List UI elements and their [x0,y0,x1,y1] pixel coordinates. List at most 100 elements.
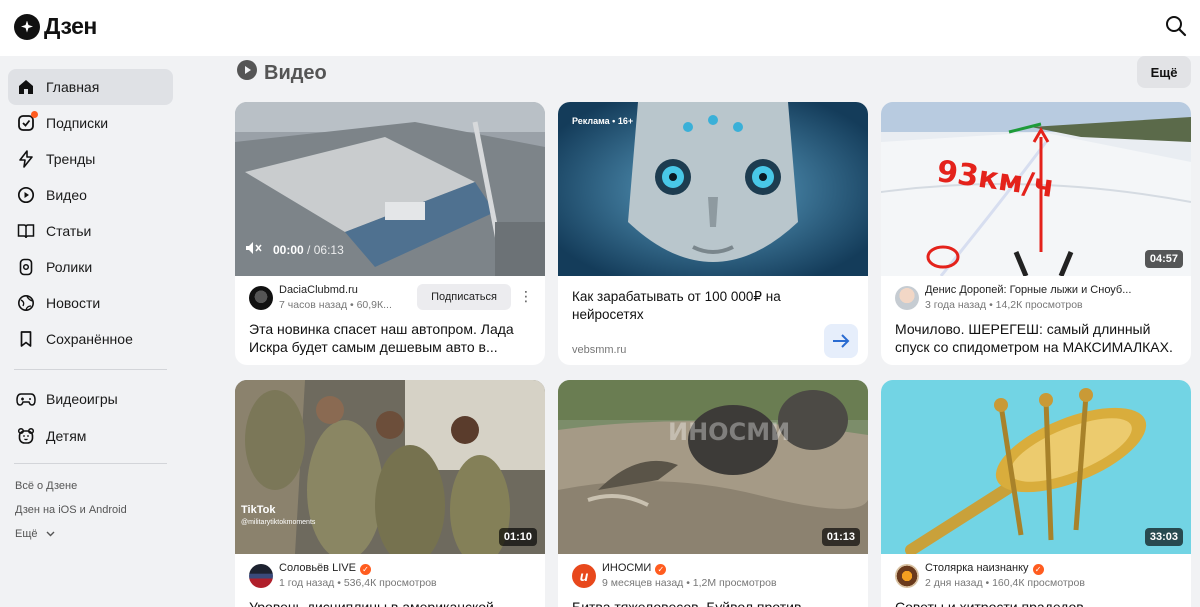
avatar[interactable] [895,564,919,588]
sidebar-item-videogames[interactable]: Видеоигры [8,381,173,417]
video-thumbnail[interactable]: TikTok @militarytiktokmoments 01:10 [235,380,545,554]
sidebar-item-label: Тренды [46,151,96,167]
card-meta: Соловьёв LIVE ✓ 1 год назад • 536,4К прос… [249,562,533,592]
sidebar-item-trends[interactable]: Тренды [8,141,173,177]
sidebar-item-shorts[interactable]: Ролики [8,249,173,285]
video-stats: 2 дня назад • 160,4К просмотров [925,577,1085,589]
subscriptions-icon [16,111,38,133]
avatar[interactable] [249,286,273,310]
dzen-logo-icon [14,13,40,40]
about-link[interactable]: Всё о Дзене [15,480,77,492]
sidebar-item-home[interactable]: Главная [8,69,173,105]
channel-name[interactable]: DaciaClubmd.ru [279,284,409,296]
video-play-icon [16,185,36,205]
more-button[interactable]: Ещё [1137,56,1191,88]
sidebar-item-label: Главная [46,79,100,95]
sidebar-item-label: Детям [46,428,87,444]
avatar[interactable] [249,564,273,588]
card-meta: и ИНОСМИ ✓ 9 месяцев назад • 1,2М просмот… [572,562,856,592]
video-card[interactable]: 93км/ч 04:57 Денис Доропей: Горные лыжи … [881,102,1191,365]
footer-more-label: Ещё [15,528,38,540]
sidebar-item-label: Ролики [46,259,93,275]
time-total: / 06:13 [307,242,344,257]
sidebar-divider [14,463,167,464]
video-controls: 00:00 / 06:13 [245,241,344,258]
subscribe-button[interactable]: Подписаться [417,284,511,310]
video-thumbnail[interactable]: ИНОСМИ 01:13 [558,380,868,554]
shorts-icon [16,257,36,277]
chevron-down-icon [46,528,55,540]
ad-badge: Реклама • 16+ [572,116,634,126]
video-card[interactable]: ИНОСМИ 01:13 и ИНОСМИ ✓ 9 месяцев назад •… [558,380,868,607]
sidebar-item-articles[interactable]: Статьи [8,213,173,249]
sidebar-item-label: Подписки [46,115,109,131]
video-card[interactable]: TikTok @militarytiktokmoments 01:10 Соло… [235,380,545,607]
verified-icon: ✓ [655,564,667,575]
tiktok-username: @militarytiktokmoments [241,519,316,526]
sidebar-item-subscriptions[interactable]: Подписки [8,105,173,141]
video-thumbnail[interactable]: 00:00 / 06:13 [235,102,545,276]
video-card[interactable]: 33:03 Столярка наизнанку ✓ 2 дня назад • … [881,380,1191,607]
video-stats: 1 год назад • 536,4К просмотров [279,577,437,589]
video-section-icon [236,59,258,87]
verified-icon: ✓ [359,564,371,575]
channel-name-text: ИНОСМИ [602,562,652,574]
sidebar-item-saved[interactable]: Сохранённое [8,321,173,357]
tiktok-watermark: TikTok [241,504,276,516]
video-thumbnail[interactable]: 93км/ч 04:57 [881,102,1191,276]
verified-icon: ✓ [1032,564,1044,575]
channel-name-text: Столярка наизнанку [925,562,1029,574]
globe-icon [16,293,36,313]
sidebar-item-news[interactable]: Новости [8,285,173,321]
section-title-text: Видео [264,61,327,84]
card-meta: Денис Доропей: Горные лыжи и Сноуб... 3 … [895,284,1179,314]
more-options-icon[interactable]: ⋮ [519,288,533,305]
gamepad-icon [16,389,36,409]
ad-card[interactable]: Реклама • 16+ Как зарабатывать от 100 00… [558,102,868,365]
video-title[interactable]: Мочилово. ШЕРЕГЕШ: самый длинный спуск с… [895,320,1179,356]
video-stats: 7 часов назад • 60,9К... [279,299,392,311]
sidebar: Главная Подписки Тренды Видео Статьи Рол… [0,56,190,607]
logo-text: Дзен [44,13,97,39]
section-title: Видео [236,59,327,87]
video-title[interactable]: Битва тяжеловесов. Буйвол против [572,598,856,607]
bookmark-icon [16,329,36,349]
home-icon [16,77,36,97]
video-title[interactable]: Уровень дисциплины в американской [249,598,533,607]
arrow-right-icon[interactable] [824,324,858,358]
ad-title[interactable]: Как зарабатывать от 100 000₽ на нейросет… [572,288,812,324]
video-duration: 01:10 [498,528,537,546]
footer-more[interactable]: Ещё [15,528,55,540]
time-current: 00:00 [273,242,304,257]
video-title[interactable]: Эта новинка спасет наш автопром. Лада Ис… [249,320,533,356]
sidebar-divider [14,369,167,370]
sidebar-item-label: Видеоигры [46,391,118,407]
sidebar-item-label: Новости [46,295,101,311]
search-icon[interactable] [1164,14,1188,38]
video-card[interactable]: 00:00 / 06:13 DaciaClubmd.ru 7 часов наз… [235,102,545,365]
channel-name[interactable]: Денис Доропей: Горные лыжи и Сноуб... [925,284,1155,296]
mute-icon[interactable] [245,241,263,258]
video-stats: 3 года назад • 14,2К просмотров [925,299,1083,311]
video-thumbnail[interactable]: 33:03 [881,380,1191,554]
channel-name[interactable]: Столярка наизнанку ✓ [925,562,1155,575]
channel-name[interactable]: ИНОСМИ ✓ [602,562,832,575]
avatar[interactable]: и [572,564,596,588]
sidebar-item-label: Статьи [46,223,92,239]
ad-thumbnail[interactable]: Реклама • 16+ [558,102,868,276]
sidebar-item-kids[interactable]: Детям [8,418,173,454]
avatar[interactable] [895,286,919,310]
video-duration: 01:13 [821,528,860,546]
channel-name[interactable]: Соловьёв LIVE ✓ [279,562,509,575]
sidebar-item-label: Сохранённое [46,331,133,347]
video-duration: 04:57 [1144,250,1183,268]
inosmi-watermark: ИНОСМИ [668,418,790,446]
notification-dot [31,111,38,118]
apps-link[interactable]: Дзен на iOS и Android [15,504,127,516]
video-title[interactable]: Советы и хитрости прадедов [895,598,1179,607]
sidebar-item-video[interactable]: Видео [8,177,173,213]
dzen-logo[interactable]: Дзен [14,13,97,40]
bear-icon [16,426,36,446]
ad-domain[interactable]: vebsmm.ru [572,344,626,356]
video-stats: 9 месяцев назад • 1,2М просмотров [602,577,777,589]
